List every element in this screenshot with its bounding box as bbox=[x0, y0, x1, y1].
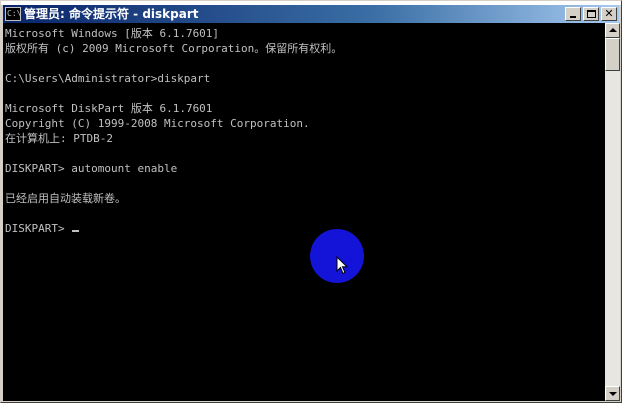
vertical-scrollbar[interactable] bbox=[605, 23, 620, 401]
console-line: 版权所有 (c) 2009 Microsoft Corporation。保留所有… bbox=[5, 42, 343, 55]
console-line: Microsoft Windows [版本 6.1.7601] bbox=[5, 27, 220, 40]
console-prompt-line[interactable]: DISKPART> bbox=[5, 221, 605, 236]
console-line: DISKPART> automount enable bbox=[5, 162, 178, 175]
arrow-down-icon bbox=[609, 392, 617, 396]
arrow-up-icon bbox=[609, 28, 617, 32]
maximize-icon bbox=[587, 10, 596, 18]
close-button[interactable]: ✕ bbox=[601, 7, 617, 21]
scroll-down-button[interactable] bbox=[605, 386, 620, 401]
console-line: 已经启用自动装载新卷。 bbox=[5, 192, 126, 205]
console-prompt: DISKPART> bbox=[5, 222, 72, 235]
console-output[interactable]: Microsoft Windows [版本 6.1.7601] 版权所有 (c) … bbox=[3, 23, 605, 401]
scroll-up-button[interactable] bbox=[605, 23, 620, 38]
cmd-window: C:\ 管理员: 命令提示符 - diskpart ✕ Microsoft Wi… bbox=[0, 0, 622, 403]
title-bar[interactable]: C:\ 管理员: 命令提示符 - diskpart ✕ bbox=[3, 5, 619, 23]
console-text: Microsoft Windows [版本 6.1.7601] 版权所有 (c) … bbox=[3, 23, 605, 236]
console-line: Microsoft DiskPart 版本 6.1.7601 bbox=[5, 102, 213, 115]
minimize-icon bbox=[570, 16, 576, 18]
console-line: Copyright (C) 1999-2008 Microsoft Corpor… bbox=[5, 117, 310, 130]
close-icon: ✕ bbox=[604, 7, 614, 20]
window-title: 管理员: 命令提示符 - diskpart bbox=[24, 7, 199, 21]
scrollbar-thumb[interactable] bbox=[605, 38, 620, 71]
maximize-button[interactable] bbox=[583, 7, 599, 21]
cmd-icon[interactable]: C:\ bbox=[5, 7, 21, 21]
window-controls: ✕ bbox=[565, 7, 617, 21]
minimize-button[interactable] bbox=[565, 7, 581, 21]
console-line: 在计算机上: PTDB-2 bbox=[5, 132, 113, 145]
console-line: C:\Users\Administrator>diskpart bbox=[5, 72, 211, 85]
text-cursor bbox=[72, 230, 80, 232]
mouse-pointer-icon bbox=[336, 256, 348, 275]
